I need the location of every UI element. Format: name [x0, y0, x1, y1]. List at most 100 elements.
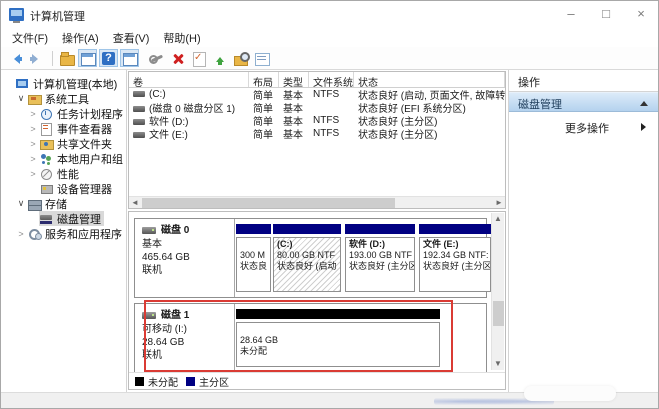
tree-item-body[interactable]: 计算机管理(本地): [15, 76, 120, 91]
partition-block[interactable]: 300 M状态良: [236, 224, 271, 292]
scroll-up-icon[interactable]: ▲: [492, 213, 504, 225]
partition-status: 状态良好 (启动: [277, 261, 337, 272]
sidebar-item-performance[interactable]: >性能: [1, 166, 126, 181]
tree-item-body[interactable]: 设备管理器: [39, 181, 115, 196]
browse-icon[interactable]: [231, 49, 250, 67]
sidebar-item-task-scheduler[interactable]: >任务计划程序: [1, 106, 126, 121]
tree-item-body[interactable]: 事件查看器: [39, 121, 115, 136]
computer-icon: [16, 78, 29, 90]
expand-arrow-icon[interactable]: >: [27, 139, 39, 149]
shared-folders-icon: [40, 138, 53, 150]
sidebar-item-event-viewer[interactable]: >事件查看器: [1, 121, 126, 136]
toolbar-separator: [52, 51, 53, 66]
menu-item[interactable]: 查看(V): [106, 28, 157, 48]
collapse-icon[interactable]: [640, 101, 648, 106]
vertical-scroll-thumb[interactable]: [493, 301, 504, 326]
horizontal-scroll-thumb[interactable]: [142, 198, 395, 208]
disk-info-line: 465.64 GB: [142, 251, 234, 264]
scroll-right-icon[interactable]: ►: [493, 197, 505, 209]
help-icon[interactable]: [99, 49, 118, 67]
sidebar-item-local-users[interactable]: >本地用户和组: [1, 151, 126, 166]
tree-item-body[interactable]: 磁盘管理: [39, 211, 104, 226]
partition-details[interactable]: 文件 (E:)192.34 GB NTF:状态良好 (主分区: [419, 237, 491, 292]
more-actions-item[interactable]: 更多操作: [509, 118, 658, 136]
tree-item-body[interactable]: 服务和应用程序: [27, 226, 125, 241]
volume-icon: [133, 119, 145, 125]
sidebar-item-storage[interactable]: ∨存储: [1, 196, 126, 211]
console-window-icon[interactable]: [78, 49, 97, 67]
column-header[interactable]: 状态: [354, 72, 505, 87]
expand-arrow-icon[interactable]: >: [27, 124, 39, 134]
legend-item: 主分区: [186, 374, 229, 389]
sidebar-item-device-manager[interactable]: 设备管理器: [1, 181, 126, 196]
tree-item-body[interactable]: 性能: [39, 166, 82, 181]
check-disk-icon[interactable]: [189, 49, 208, 67]
tree-item-body[interactable]: 存储: [27, 196, 70, 211]
expand-arrow-icon[interactable]: >: [15, 229, 27, 239]
partition-details[interactable]: (C:)80.00 GB NTF状态良好 (启动: [273, 237, 341, 292]
tree-item-body[interactable]: 本地用户和组: [39, 151, 126, 166]
expand-arrow-icon[interactable]: >: [27, 169, 39, 179]
partition-type-bar: [273, 224, 341, 234]
close-button[interactable]: ×: [626, 1, 656, 27]
scroll-down-icon[interactable]: ▼: [492, 358, 504, 370]
column-header[interactable]: 类型: [279, 72, 309, 87]
sidebar-item-services[interactable]: >服务和应用程序: [1, 226, 126, 241]
sidebar-item-disk-management[interactable]: 磁盘管理: [1, 211, 126, 226]
menu-item[interactable]: 操作(A): [55, 28, 106, 48]
forward-arrow-icon[interactable]: [27, 49, 46, 67]
collapse-arrow-icon[interactable]: ∨: [15, 93, 27, 104]
tree-item-body[interactable]: 系统工具: [27, 91, 92, 106]
horizontal-scrollbar[interactable]: ◄ ►: [129, 196, 505, 208]
disk-icon: [142, 227, 156, 234]
center-pane: 卷布局类型文件系统状态 (C:)简单基本NTFS状态良好 (启动, 页面文件, …: [128, 70, 507, 392]
volume-cell: 简单: [249, 126, 279, 141]
expand-arrow-icon[interactable]: >: [27, 154, 39, 164]
status-bar: [1, 392, 658, 408]
partition-title: [240, 324, 436, 335]
column-header[interactable]: 布局: [249, 72, 279, 87]
volume-cell: NTFS: [309, 89, 354, 100]
title-bar: 计算机管理 – □ ×: [1, 1, 658, 28]
scroll-left-icon[interactable]: ◄: [129, 197, 141, 209]
back-arrow-icon[interactable]: [6, 49, 25, 67]
export-list-icon[interactable]: [57, 49, 76, 67]
partition-block[interactable]: 28.64 GB未分配: [236, 309, 440, 367]
content-area: 计算机管理(本地)∨系统工具>任务计划程序>事件查看器>共享文件夹>本地用户和组…: [1, 70, 658, 392]
partition-block[interactable]: 文件 (E:)192.34 GB NTF:状态良好 (主分区: [419, 224, 491, 292]
volume-row[interactable]: 文件 (E:)简单基本NTFS状态良好 (主分区): [129, 127, 505, 140]
collapse-arrow-icon[interactable]: ∨: [15, 198, 27, 209]
properties-icon[interactable]: [252, 49, 271, 67]
tree-item-body[interactable]: 任务计划程序: [39, 106, 126, 121]
sidebar-item-computer[interactable]: 计算机管理(本地): [1, 76, 126, 91]
partition-block[interactable]: (C:)80.00 GB NTF状态良好 (启动: [273, 224, 341, 292]
disk-header[interactable]: 磁盘 0基本465.64 GB联机: [135, 219, 235, 297]
column-header[interactable]: 文件系统: [309, 72, 354, 87]
delete-icon[interactable]: [168, 49, 187, 67]
disk-header[interactable]: 磁盘 1可移动 (I:)28.64 GB联机: [135, 304, 235, 372]
actions-group-disk-management[interactable]: 磁盘管理: [509, 92, 658, 112]
menu-item[interactable]: 帮助(H): [156, 28, 207, 48]
sidebar-item-shared-folders[interactable]: >共享文件夹: [1, 136, 126, 151]
vertical-scrollbar[interactable]: ▲ ▼: [491, 213, 504, 370]
mount-icon[interactable]: [210, 49, 229, 67]
tree-item-body[interactable]: 共享文件夹: [39, 136, 115, 151]
column-header[interactable]: 卷: [129, 72, 249, 87]
app-icon: [9, 8, 24, 21]
menu-item[interactable]: 文件(F): [5, 28, 55, 48]
menu-bar: 文件(F)操作(A)查看(V)帮助(H): [1, 28, 658, 47]
minimize-button[interactable]: –: [556, 1, 586, 27]
partition-details[interactable]: 软件 (D:)193.00 GB NTF状态良好 (主分区: [345, 237, 415, 292]
partition-details[interactable]: 28.64 GB未分配: [236, 322, 440, 367]
console-tree: 计算机管理(本地)∨系统工具>任务计划程序>事件查看器>共享文件夹>本地用户和组…: [1, 70, 126, 241]
refresh-tool-icon[interactable]: [147, 49, 166, 67]
task-scheduler-icon: [40, 108, 53, 120]
partition-type-bar: [236, 224, 271, 234]
sidebar-item-system-tools[interactable]: ∨系统工具: [1, 91, 126, 106]
console-tree-icon[interactable]: [120, 49, 139, 67]
volume-cell: 文件 (E:): [129, 126, 249, 141]
maximize-button[interactable]: □: [591, 1, 621, 27]
partition-details[interactable]: 300 M状态良: [236, 237, 271, 292]
expand-arrow-icon[interactable]: >: [27, 109, 39, 119]
partition-block[interactable]: 软件 (D:)193.00 GB NTF状态良好 (主分区: [345, 224, 415, 292]
